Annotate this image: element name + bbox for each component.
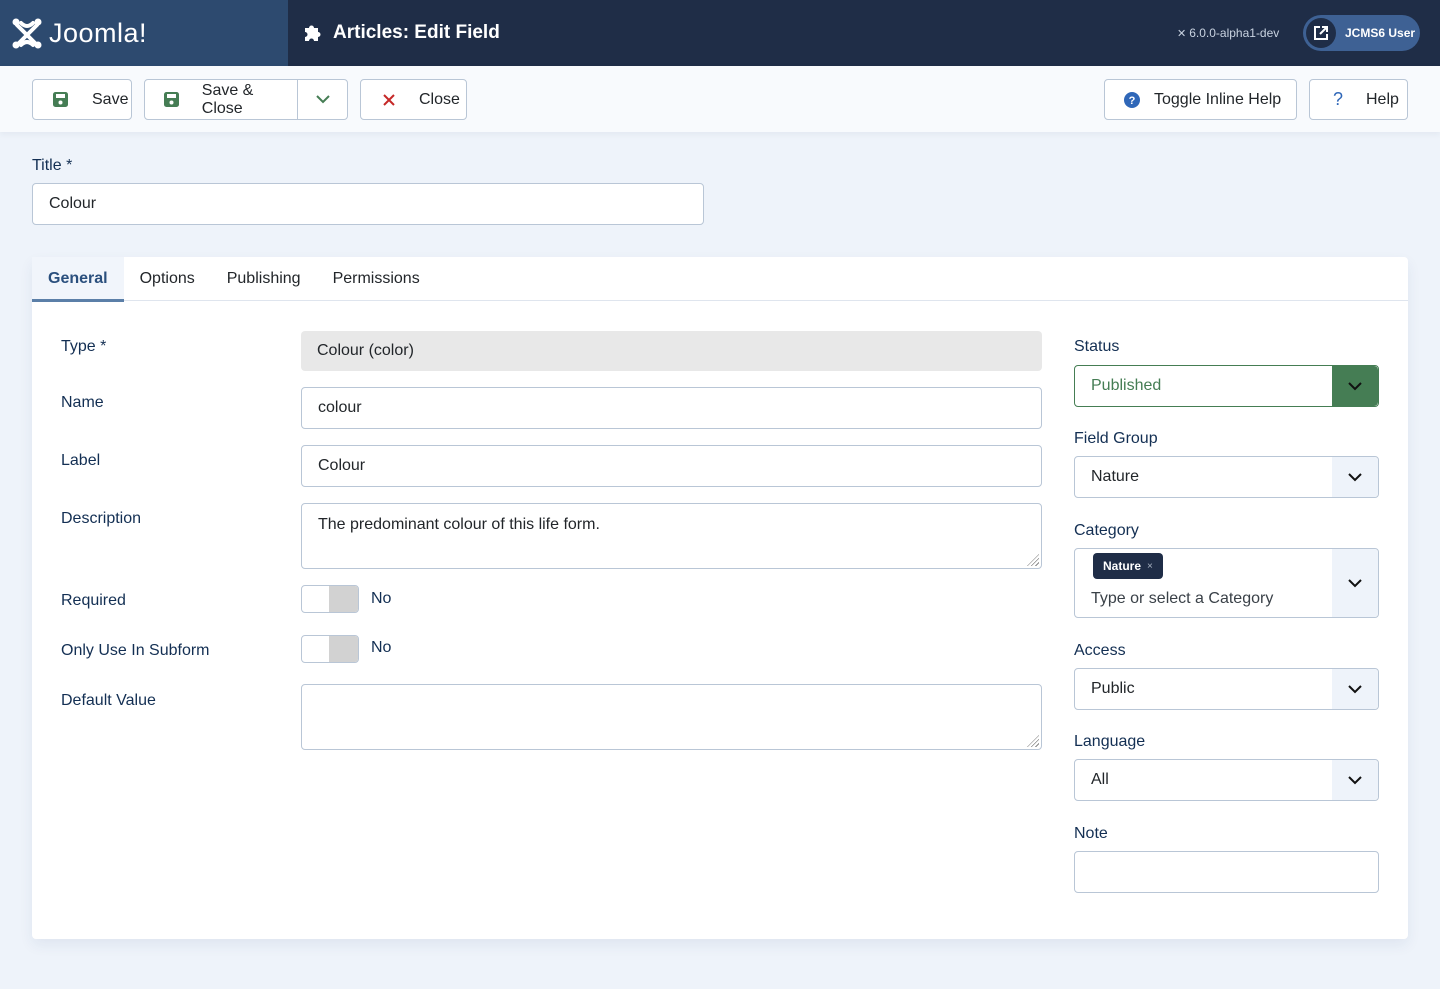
required-value: No bbox=[371, 590, 392, 607]
tab-general[interactable]: General bbox=[32, 257, 124, 302]
category-label: Category bbox=[1074, 522, 1139, 539]
note-label: Note bbox=[1074, 825, 1108, 842]
tab-list: General Options Publishing Permissions bbox=[32, 257, 1408, 302]
save-close-group: Save & Close bbox=[144, 79, 348, 120]
language-value: All bbox=[1091, 771, 1109, 788]
chevron-down-icon bbox=[1348, 472, 1362, 481]
user-menu-button[interactable]: JCMS6 User bbox=[1303, 15, 1420, 51]
title-label: Title * bbox=[32, 157, 73, 174]
access-label: Access bbox=[1074, 642, 1126, 659]
user-name: JCMS6 User bbox=[1345, 26, 1416, 40]
chevron-down-icon bbox=[1348, 684, 1362, 693]
only-subform-value: No bbox=[371, 639, 392, 656]
joomla-small-icon: ✕ bbox=[1177, 27, 1187, 40]
chevron-down-icon bbox=[1348, 775, 1362, 784]
page-title: Articles: Edit Field bbox=[333, 22, 500, 43]
default-value-label: Default Value bbox=[61, 692, 156, 709]
field-group-value: Nature bbox=[1091, 468, 1140, 485]
save-options-dropdown[interactable] bbox=[298, 80, 347, 119]
language-select[interactable]: All bbox=[1074, 759, 1379, 801]
chevron-down-icon bbox=[1348, 578, 1362, 587]
description-textarea[interactable]: The predominant colour of this life form… bbox=[301, 503, 1042, 569]
chevron-down-icon bbox=[315, 95, 330, 104]
save-label: Save bbox=[92, 90, 129, 108]
name-input[interactable]: colour bbox=[301, 387, 1042, 429]
save-close-label: Save & Close bbox=[201, 81, 254, 117]
help-label: Help bbox=[1366, 90, 1399, 108]
category-search-input[interactable]: Type or select a Category bbox=[1091, 590, 1273, 608]
access-value: Public bbox=[1091, 680, 1135, 697]
category-chip: Nature × bbox=[1093, 553, 1163, 579]
toolbar: Save Save & Close Close ? Toggle Inline … bbox=[0, 66, 1440, 132]
title-input[interactable]: Colour bbox=[32, 183, 704, 225]
language-label: Language bbox=[1074, 733, 1146, 750]
app-header: Joomla! Articles: Edit Field ✕ 6.0.0-alp… bbox=[0, 0, 1440, 66]
external-link-icon bbox=[1306, 18, 1336, 48]
help-button[interactable]: ? Help bbox=[1309, 79, 1408, 120]
tab-publishing[interactable]: Publishing bbox=[211, 257, 317, 301]
name-label: Name bbox=[61, 394, 104, 411]
toggle-inline-help-button[interactable]: ? Toggle Inline Help bbox=[1104, 79, 1297, 120]
only-subform-label: Only Use In Subform bbox=[61, 642, 210, 659]
tab-options[interactable]: Options bbox=[124, 257, 211, 301]
question-circle-icon: ? bbox=[1124, 91, 1140, 108]
save-icon bbox=[52, 92, 68, 108]
required-toggle[interactable] bbox=[301, 585, 359, 613]
label-input[interactable]: Colour bbox=[301, 445, 1042, 487]
toggle-inline-help-label: Toggle Inline Help bbox=[1154, 90, 1282, 108]
resize-handle[interactable] bbox=[1027, 554, 1039, 566]
resize-handle[interactable] bbox=[1027, 735, 1039, 747]
save-close-button[interactable]: Save & Close bbox=[145, 80, 299, 119]
toggle-knob bbox=[329, 586, 358, 612]
tab-permissions[interactable]: Permissions bbox=[317, 257, 436, 301]
only-subform-toggle[interactable] bbox=[301, 635, 359, 663]
field-group-select[interactable]: Nature bbox=[1074, 456, 1379, 498]
version-text: 6.0.0-alpha1-dev bbox=[1189, 26, 1280, 40]
brand-name: Joomla! bbox=[49, 17, 148, 48]
chevron-down-icon bbox=[1348, 381, 1362, 390]
category-chip-label: Nature bbox=[1103, 559, 1142, 573]
save-button[interactable]: Save bbox=[32, 79, 132, 120]
toggle-knob bbox=[329, 636, 358, 662]
description-text: The predominant colour of this life form… bbox=[318, 516, 600, 533]
status-label: Status bbox=[1074, 338, 1120, 355]
close-icon bbox=[381, 92, 397, 108]
status-select[interactable]: Published bbox=[1074, 365, 1379, 407]
label-label: Label bbox=[61, 452, 101, 469]
required-label: Required bbox=[61, 592, 126, 609]
svg-text:?: ? bbox=[1129, 95, 1136, 107]
close-label: Close bbox=[419, 90, 460, 108]
category-select[interactable]: Nature × Type or select a Category bbox=[1074, 548, 1379, 618]
type-label: Type * bbox=[61, 338, 107, 355]
access-select[interactable]: Public bbox=[1074, 668, 1379, 710]
status-value: Published bbox=[1091, 377, 1162, 394]
field-group-label: Field Group bbox=[1074, 430, 1158, 447]
save-icon bbox=[164, 92, 180, 108]
description-label: Description bbox=[61, 510, 142, 527]
joomla-logo-icon bbox=[12, 18, 42, 49]
question-icon: ? bbox=[1332, 89, 1343, 109]
type-field: Colour (color) bbox=[301, 331, 1042, 371]
default-value-textarea[interactable] bbox=[301, 684, 1042, 750]
note-input[interactable] bbox=[1074, 851, 1379, 893]
joomla-logo[interactable]: Joomla! bbox=[0, 0, 288, 66]
close-button[interactable]: Close bbox=[360, 79, 467, 120]
remove-chip-icon[interactable]: × bbox=[1147, 561, 1153, 572]
puzzle-icon bbox=[305, 25, 321, 41]
version-info[interactable]: ✕ 6.0.0-alpha1-dev bbox=[1177, 26, 1279, 40]
